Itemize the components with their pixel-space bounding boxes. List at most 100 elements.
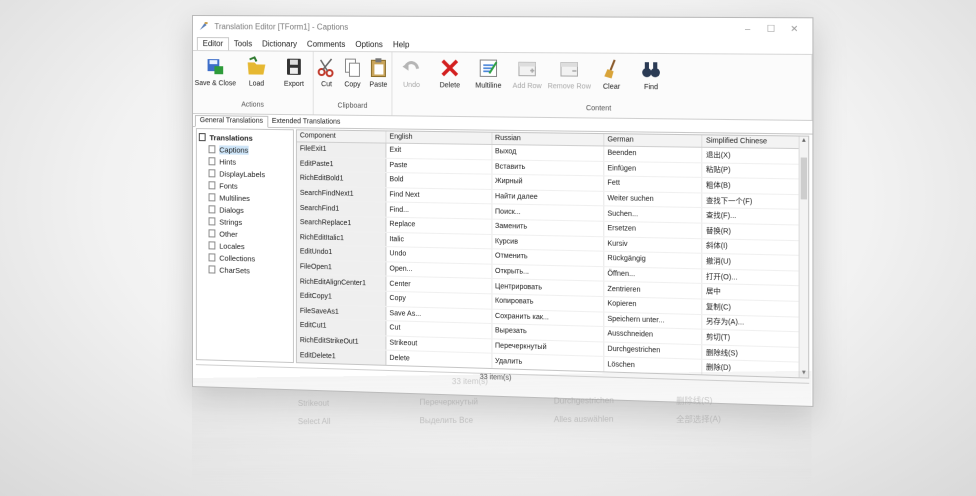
- window-reflection: 33 item(s) Strikeout Перечеркнутый Durch…: [192, 370, 812, 488]
- paste-button[interactable]: Paste: [365, 52, 391, 103]
- tree-item-label: Captions: [219, 144, 249, 155]
- export-disk-icon: [287, 58, 301, 75]
- tree-item-label: Strings: [219, 217, 243, 227]
- tree-item-label: Other: [219, 229, 238, 239]
- menu-dictionary[interactable]: Dictionary: [257, 38, 302, 50]
- cell-english[interactable]: Exit: [385, 143, 492, 160]
- tree-node-icon: [208, 217, 216, 226]
- clear-button[interactable]: Clear: [592, 54, 631, 106]
- reflection-text: Durchgestrichen: [553, 395, 614, 406]
- tree-item-label: Dialogs: [219, 204, 244, 215]
- cell-component[interactable]: SearchFindNext1: [296, 186, 386, 203]
- ribbon-group-clipboard: Cut Copy Paste Clipboard: [313, 51, 393, 116]
- paste-icon: [367, 58, 389, 78]
- tree-node-icon: [208, 157, 216, 166]
- maximize-button[interactable]: ☐: [759, 23, 782, 35]
- tree-node-icon: [208, 229, 216, 238]
- add-row-label: Add Row: [512, 82, 542, 91]
- cell-component[interactable]: FileExit1: [296, 141, 386, 158]
- tree-item-label: Collections: [219, 253, 256, 263]
- cell-german[interactable]: Einfügen: [603, 161, 703, 178]
- cell-russian[interactable]: Выход: [491, 144, 604, 162]
- paste-label: Paste: [369, 81, 388, 89]
- cell-simplified-chinese[interactable]: 粘贴(P): [702, 162, 808, 180]
- menu-tools[interactable]: Tools: [229, 38, 257, 50]
- add-row-button[interactable]: Add Row: [508, 53, 547, 105]
- remove-row-button[interactable]: Remove Row: [547, 53, 592, 105]
- scroll-up-arrow-icon[interactable]: ▲: [800, 138, 809, 144]
- reflection-text: Выделить Все: [419, 415, 474, 426]
- broom-icon: [604, 58, 623, 79]
- cell-german[interactable]: Beenden: [603, 145, 703, 163]
- ribbon: Save & Close Load Export Actions Cut Cop…: [192, 51, 813, 121]
- cut-button[interactable]: Cut: [314, 52, 340, 103]
- save-close-icon: [207, 59, 223, 75]
- cell-component[interactable]: SearchFind1: [296, 200, 386, 218]
- ribbon-group-actions: Save & Close Load Export Actions: [192, 51, 314, 115]
- remove-row-icon: [558, 57, 581, 80]
- vertical-scrollbar[interactable]: ▲ ▼: [798, 136, 809, 378]
- multiline-label: Multiline: [475, 82, 502, 90]
- menu-options[interactable]: Options: [350, 39, 388, 51]
- tree-node-icon: [208, 193, 216, 202]
- tree-node-icon: [208, 253, 216, 262]
- reflection-text: Перечеркнутый: [419, 397, 478, 407]
- tree-item-label: Locales: [219, 241, 245, 251]
- cut-label: Cut: [321, 81, 333, 89]
- translations-tree: Translations Captions Hints DisplayLabels F…: [195, 128, 294, 364]
- copy-button[interactable]: Copy: [340, 52, 366, 103]
- save-close-label: Save & Close: [194, 80, 237, 88]
- minimize-button[interactable]: –: [736, 23, 759, 34]
- add-row-icon: [516, 57, 539, 80]
- binoculars-icon: [642, 62, 660, 78]
- app-icon: [199, 22, 208, 31]
- find-label: Find: [643, 83, 659, 92]
- delete-label: Delete: [439, 82, 461, 90]
- clear-label: Clear: [602, 83, 621, 91]
- reflection-text: 删除线(S): [676, 395, 713, 406]
- tree-node-icon: [208, 205, 216, 214]
- tree-item-label: CharSets: [219, 265, 250, 275]
- menu-editor[interactable]: Editor: [196, 37, 229, 51]
- multiline-button[interactable]: Multiline: [469, 53, 508, 104]
- actions-group-label: Actions: [241, 101, 264, 109]
- cell-german[interactable]: Fett: [603, 176, 703, 193]
- cell-simplified-chinese[interactable]: 退出(X): [702, 147, 808, 164]
- find-button[interactable]: Find: [631, 54, 671, 106]
- tree-item[interactable]: CharSets: [199, 263, 291, 277]
- scroll-thumb[interactable]: [800, 157, 808, 200]
- reflection-text: Alles auswählen: [553, 414, 614, 425]
- tree-item-label: Hints: [219, 156, 236, 167]
- export-button[interactable]: Export: [275, 52, 313, 103]
- cell-component[interactable]: RichEditBold1: [296, 171, 386, 188]
- undo-button[interactable]: Undo: [392, 52, 430, 103]
- menu-comments[interactable]: Comments: [302, 39, 350, 51]
- translation-editor-window: Translation Editor [TForm1] - Captions –…: [192, 15, 814, 408]
- translations-grid: Component English Russian German Simplif…: [295, 129, 810, 379]
- copy-label: Copy: [344, 81, 361, 89]
- reflection-status: 33 item(s): [451, 376, 488, 387]
- delete-x-icon: [439, 57, 461, 80]
- cell-simplified-chinese[interactable]: 粗体(B): [702, 177, 808, 195]
- menu-help[interactable]: Help: [388, 39, 415, 51]
- tree-node-icon: [208, 241, 216, 250]
- tab-extended-translations[interactable]: Extended Translations: [268, 117, 344, 128]
- tree-item-label: DisplayLabels: [219, 168, 266, 179]
- cell-english[interactable]: Paste: [385, 157, 492, 175]
- remove-row-label: Remove Row: [547, 83, 591, 91]
- export-label: Export: [283, 80, 304, 89]
- tree-node-icon: [208, 181, 216, 190]
- load-button[interactable]: Load: [238, 51, 275, 102]
- close-button[interactable]: ✕: [783, 23, 806, 35]
- save-close-button[interactable]: Save & Close: [193, 51, 238, 101]
- load-folder-icon: [246, 55, 266, 75]
- cell-component[interactable]: EditPaste1: [296, 156, 386, 173]
- tab-general-translations[interactable]: General Translations: [194, 115, 268, 128]
- cell-german[interactable]: Weiter suchen: [603, 191, 703, 208]
- reflection-text: Strikeout: [297, 398, 330, 409]
- tree-node-icon: [208, 145, 216, 154]
- scissors-icon: [316, 56, 338, 78]
- cell-russian[interactable]: Вставить: [491, 159, 604, 177]
- document-icon: [198, 133, 206, 142]
- delete-button[interactable]: Delete: [431, 53, 469, 104]
